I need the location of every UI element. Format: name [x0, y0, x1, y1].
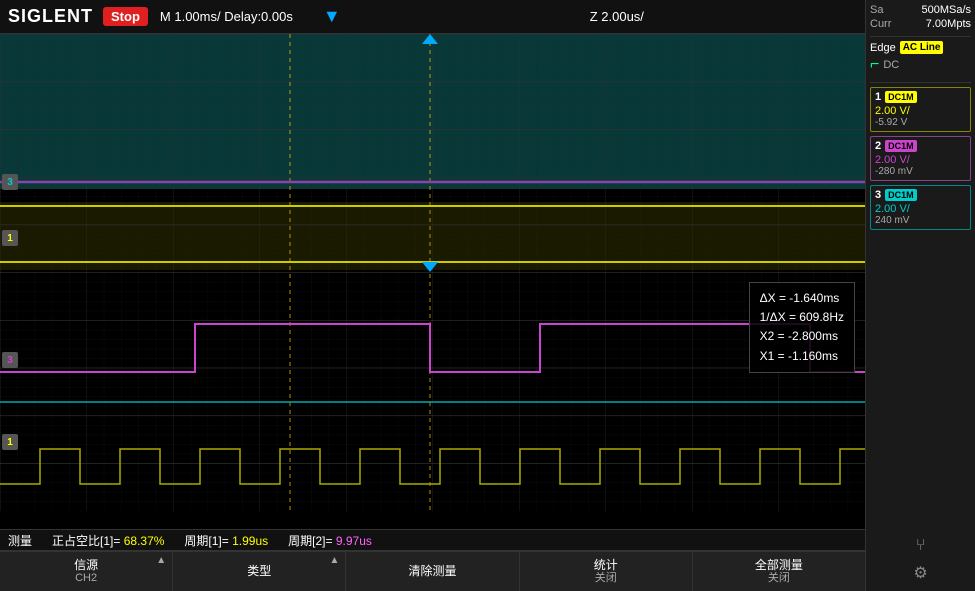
top-bar: SIGLENT Stop M 1.00ms/ Delay:0.00s ▼ Z 2… [0, 0, 975, 34]
all-meas-sub: 关闭 [768, 572, 790, 585]
ch1-badge: DC1M [885, 91, 917, 103]
stats-sub: 关闭 [595, 572, 617, 585]
zoom-info: Z 2.00us/ [349, 9, 885, 24]
period1-value: 1.99us [232, 534, 268, 548]
ch3-num: 3 [875, 189, 881, 201]
type-arrow: ▲ [330, 555, 340, 566]
duty-cycle-display: 正占空比[1]= 68.37% [52, 532, 164, 549]
right-panel: Sa 500MSa/s Curr 7.00Mpts Edge AC Line ⌐… [865, 0, 975, 591]
trigger-type-label: Edge [870, 42, 896, 54]
curr-row: Curr 7.00Mpts [870, 18, 971, 30]
ch2-offset: -280 mV [875, 166, 966, 177]
stop-badge[interactable]: Stop [103, 7, 148, 26]
sa-value: 500MSa/s [921, 4, 971, 16]
meas-bar-label: 测量 [8, 532, 32, 549]
type-button[interactable]: 类型 ▲ [173, 552, 346, 591]
inv-delta-x: 1/ΔX = 609.8Hz [760, 308, 844, 327]
period1-label: 周期[1]= [184, 534, 228, 548]
ch2-num: 2 [875, 140, 881, 152]
ch2-section: 2 DC1M 2.00 V/ -280 mV [870, 136, 971, 181]
period2-value: 9.97us [336, 534, 372, 548]
trigger-source-badge: AC Line [900, 41, 944, 54]
clear-meas-button[interactable]: 清除测量 [346, 552, 519, 591]
timebase-info: M 1.00ms/ Delay:0.00s [160, 9, 293, 24]
source-arrow: ▲ [156, 555, 166, 566]
source-label: 信源 [74, 558, 98, 572]
siglent-logo: SIGLENT [8, 6, 93, 27]
ch3-marker: 3 [2, 174, 18, 190]
settings-icon: ⚙ [870, 559, 971, 587]
ch2-badge: DC1M [885, 140, 917, 152]
ch3-offset: 240 mV [875, 215, 966, 226]
ch2-marker-bottom: 3 [2, 352, 18, 368]
measurement-box: ΔX = -1.640ms 1/ΔX = 609.8Hz X2 = -2.800… [749, 282, 855, 373]
ch1-section: 1 DC1M 2.00 V/ -5.92 V [870, 87, 971, 132]
all-meas-label: 全部测量 [755, 558, 803, 572]
measurement-bar: 测量 正占空比[1]= 68.37% 周期[1]= 1.99us 周期[2]= … [0, 529, 865, 551]
curr-label: Curr [870, 18, 891, 30]
stats-label: 统计 [594, 558, 618, 572]
trace-svg [0, 34, 865, 511]
edge-rising-icon: ⌐ [870, 56, 879, 74]
ch1-vdiv: 2.00 V/ [875, 105, 966, 117]
statistics-button[interactable]: 统计 关闭 [520, 552, 693, 591]
trigger-section: Edge AC Line ⌐ DC [870, 41, 971, 74]
scope-screen: 3 1 3 1 ΔX = -1.640ms 1/ΔX = 609.8Hz X2 … [0, 34, 865, 511]
ch1-marker-bottom: 1 [2, 434, 18, 450]
sample-rate-row: Sa 500MSa/s [870, 4, 971, 16]
duty-label: 正占空比[1]= [52, 534, 120, 548]
clear-label: 清除测量 [409, 564, 457, 578]
ch1-num: 1 [875, 91, 881, 103]
ch3-vdiv: 2.00 V/ [875, 203, 966, 215]
period2-label: 周期[2]= [288, 534, 332, 548]
duty-value: 68.37% [124, 534, 165, 548]
trigger-dc-label: DC [883, 59, 899, 71]
ch3-badge: DC1M [885, 189, 917, 201]
usb-icon: ⑂ [870, 533, 971, 559]
period2-display: 周期[2]= 9.97us [288, 532, 372, 549]
x2-val: X2 = -2.800ms [760, 327, 844, 346]
source-sub: CH2 [75, 572, 97, 585]
period1-display: 周期[1]= 1.99us [184, 532, 268, 549]
type-label: 类型 [247, 564, 271, 578]
ch1-offset: -5.92 V [875, 117, 966, 128]
ch3-section: 3 DC1M 2.00 V/ 240 mV [870, 185, 971, 230]
toolbar: 信源 CH2 ▲ 类型 ▲ 清除测量 统计 关闭 全部测量 关闭 [0, 551, 865, 591]
ch2-vdiv: 2.00 V/ [875, 154, 966, 166]
x1-val: X1 = -1.160ms [760, 347, 844, 366]
source-button[interactable]: 信源 CH2 ▲ [0, 552, 173, 591]
delta-x: ΔX = -1.640ms [760, 289, 844, 308]
bottom-icons: ⑂ ⚙ [870, 533, 971, 587]
sa-label: Sa [870, 4, 883, 16]
ch1-marker: 1 [2, 230, 18, 246]
all-meas-button[interactable]: 全部测量 关闭 [693, 552, 865, 591]
trigger-indicator: ▼ [323, 6, 341, 27]
curr-value: 7.00Mpts [926, 18, 971, 30]
